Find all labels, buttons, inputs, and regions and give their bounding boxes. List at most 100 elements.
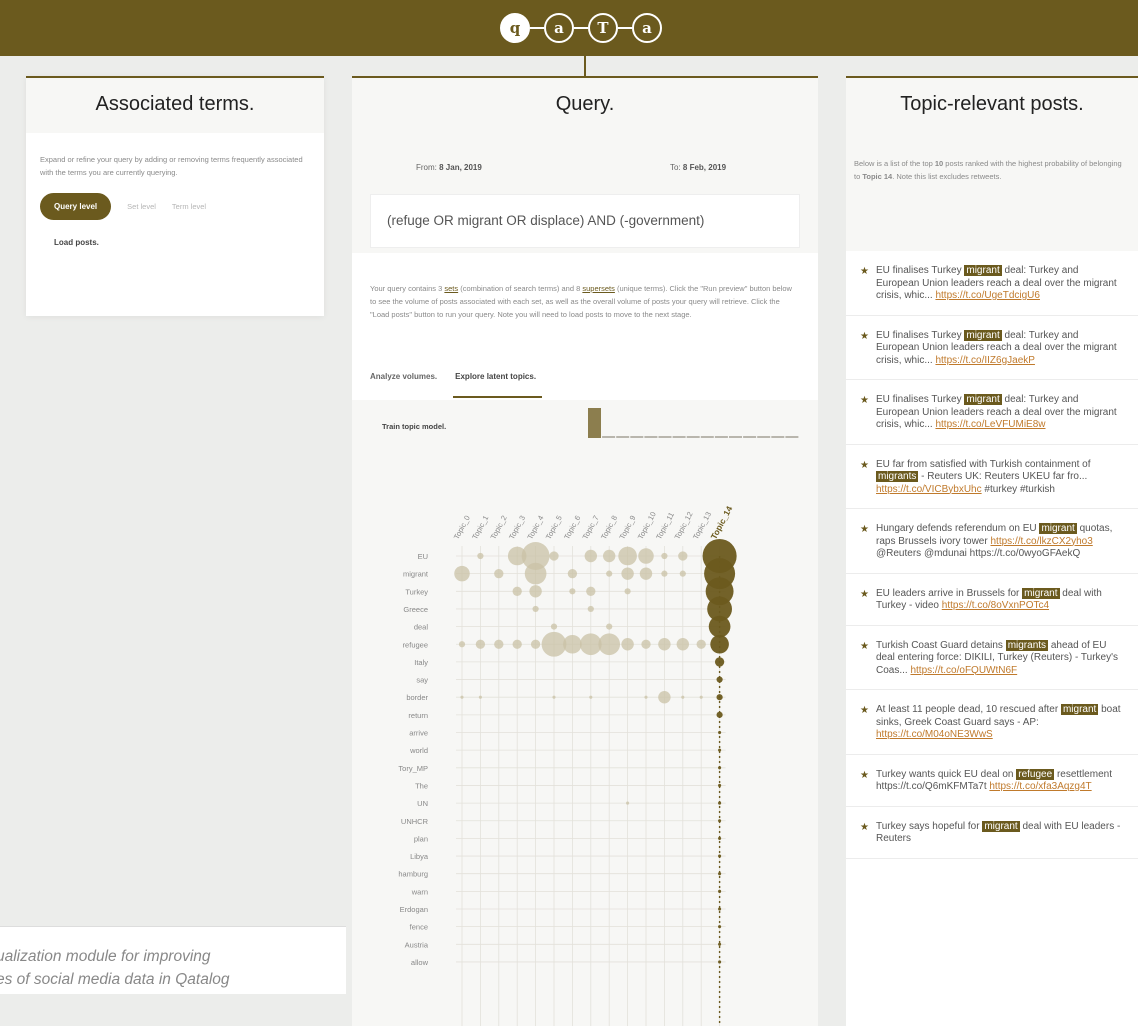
post-link[interactable]: https://t.co/UgeTdcigU6 — [935, 290, 1040, 301]
logo-t-circle: T — [588, 13, 618, 43]
topic-bubble — [699, 695, 703, 699]
topic-label: Topic_0 — [452, 514, 472, 541]
post-text-part: - Reuters UK: Reuters UKEU far fro... — [918, 471, 1088, 482]
to-label: To: — [670, 163, 681, 172]
topic-bubble — [718, 960, 722, 964]
topic-bubble — [494, 569, 504, 579]
highlighted-term: migrant — [964, 265, 1002, 276]
post-item[interactable]: ★ At least 11 people dead, 10 rescued aft… — [846, 690, 1138, 755]
to-date[interactable]: To: 8 Feb, 2019 — [670, 163, 726, 172]
post-link[interactable]: https://t.co/xfa3Aqzg4T — [989, 781, 1091, 792]
topic-bubble — [716, 711, 723, 718]
figure-caption: ualization module for improving es of so… — [0, 926, 346, 994]
post-text: EU far from satisfied with Turkish conta… — [876, 459, 1124, 497]
topic-bubble — [658, 691, 671, 704]
caption-line: ualization module for improving — [0, 948, 211, 965]
post-list: ★ EU finalises Turkey migrant deal: Turke… — [846, 251, 1138, 859]
post-link[interactable]: https://t.co/8oVxnPOTc4 — [942, 600, 1049, 611]
post-text-part: EU leaders arrive in Brussels for — [876, 587, 1023, 599]
supersets-count: 8 — [576, 284, 581, 293]
topic-bubble — [586, 586, 596, 596]
term-label: plan — [414, 834, 428, 843]
topic-label: Topic_1 — [470, 514, 490, 541]
post-text-part: Turkey says hopeful for — [876, 820, 983, 832]
tab-analyze-volumes[interactable]: Analyze volumes. — [370, 364, 437, 398]
topic-bubble — [532, 605, 539, 613]
topic-bubble — [478, 695, 482, 699]
query-input[interactable]: (refuge OR migrant OR displace) AND (-go… — [370, 194, 800, 248]
topic-bubble — [550, 623, 558, 630]
post-link[interactable]: https://t.co/IIZ6gJaekP — [935, 355, 1035, 366]
topic-posts-panel: Topic-relevant posts. Below is a list of… — [846, 76, 1138, 1026]
topic-bubble — [549, 551, 559, 561]
post-text-part: At least 11 people dead, 10 rescued afte… — [876, 704, 1061, 715]
tab-explore-latent-topics[interactable]: Explore latent topics. — [453, 364, 543, 398]
logo-q-circle: q — [500, 13, 530, 43]
set-level-button[interactable]: Set level — [127, 202, 156, 211]
topic-bubble — [621, 638, 634, 651]
post-item[interactable]: ★ EU finalises Turkey migrant deal: Turke… — [846, 380, 1138, 445]
term-label: say — [416, 676, 428, 685]
post-item[interactable]: ★ Hungary defends referendum on EU migran… — [846, 509, 1138, 574]
topic-bubble — [626, 801, 630, 805]
query-panel: Query. From: 8 Jan, 2019 To: 8 Feb, 2019… — [352, 76, 818, 1026]
logo-connector — [530, 27, 544, 29]
term-label: Turkey — [405, 587, 428, 596]
post-item[interactable]: ★ EU finalises Turkey migrant deal: Turke… — [846, 251, 1138, 316]
post-text: Turkish Coast Guard detains migrants ahe… — [876, 639, 1124, 678]
topic-bubble — [552, 695, 556, 699]
post-link[interactable]: https://t.co/lkzCX2yho3 — [990, 536, 1092, 547]
post-item[interactable]: ★ Turkey wants quick EU deal on refugee r… — [846, 754, 1138, 807]
topic-bubble — [696, 639, 706, 649]
star-icon: ★ — [860, 266, 869, 277]
topic-bubble — [454, 565, 470, 582]
post-text: Turkey says hopeful for migrant deal wit… — [876, 820, 1124, 846]
query-level-button[interactable]: Query level — [40, 193, 112, 220]
post-item[interactable]: ★ EU finalises Turkey migrant deal: Turke… — [846, 315, 1138, 380]
topic-bubble — [681, 695, 685, 699]
topic-bubble — [676, 638, 689, 651]
query-tabs: Analyze volumes. Explore latent topics. — [370, 364, 543, 398]
topic-bubble — [621, 567, 634, 580]
term-topic-matrix: Topic_0Topic_1Topic_2Topic_3Topic_4Topic… — [398, 504, 737, 1026]
topic-bubble — [598, 633, 621, 656]
topic-label: Topic_3 — [507, 514, 527, 541]
topic-bubble — [603, 549, 616, 563]
post-item[interactable]: ★ EU far from satisfied with Turkish cont… — [846, 444, 1138, 509]
star-icon: ★ — [860, 769, 869, 781]
topic-bubble — [679, 570, 686, 577]
sets-link[interactable]: sets — [444, 284, 458, 293]
post-item[interactable]: ★ Turkey says hopeful for migrant deal wi… — [846, 806, 1138, 859]
post-link[interactable]: https://t.co/M04oNE3WwS — [876, 729, 993, 740]
post-item[interactable]: ★ Turkish Coast Guard detains migrants ah… — [846, 625, 1138, 690]
topic-bubble — [563, 634, 582, 654]
topic-bubble — [530, 639, 541, 649]
post-item[interactable]: ★ EU leaders arrive in Brussels for migra… — [846, 573, 1138, 626]
topic-bubble — [661, 552, 668, 560]
term-level-button[interactable]: Term level — [172, 202, 206, 211]
term-label: warn — [411, 887, 428, 896]
term-label: hamburg — [398, 870, 428, 879]
topic-posts-title: Topic-relevant posts. — [846, 78, 1138, 133]
qata-logo[interactable]: q a T a — [500, 12, 662, 44]
topic-label: Topic_9 — [617, 514, 637, 541]
star-icon: ★ — [860, 459, 869, 471]
post-link[interactable]: https://t.co/VICBybxUhc — [876, 484, 982, 495]
topic-bubble — [661, 570, 668, 577]
load-posts-link[interactable]: Load posts. — [26, 220, 324, 247]
topic-bubble — [524, 562, 547, 585]
post-link[interactable]: https://t.co/LeVFUMiE8w — [935, 419, 1045, 430]
topic-bubble — [678, 551, 688, 561]
topic-bubble — [718, 854, 722, 858]
post-text-part: #turkey #turkish — [981, 483, 1055, 495]
topic-bubble — [718, 942, 722, 946]
topic-bubble — [714, 657, 725, 667]
topic-bubble — [718, 836, 722, 840]
post-link[interactable]: https://t.co/oFQUWtN6F — [910, 665, 1017, 676]
star-icon: ★ — [860, 640, 869, 652]
term-label: Erdogan — [400, 905, 428, 914]
supersets-link[interactable]: supersets — [582, 284, 615, 293]
from-date[interactable]: From: 8 Jan, 2019 — [416, 163, 482, 172]
topic-bubble — [644, 695, 648, 699]
topic-bubble — [718, 889, 722, 893]
